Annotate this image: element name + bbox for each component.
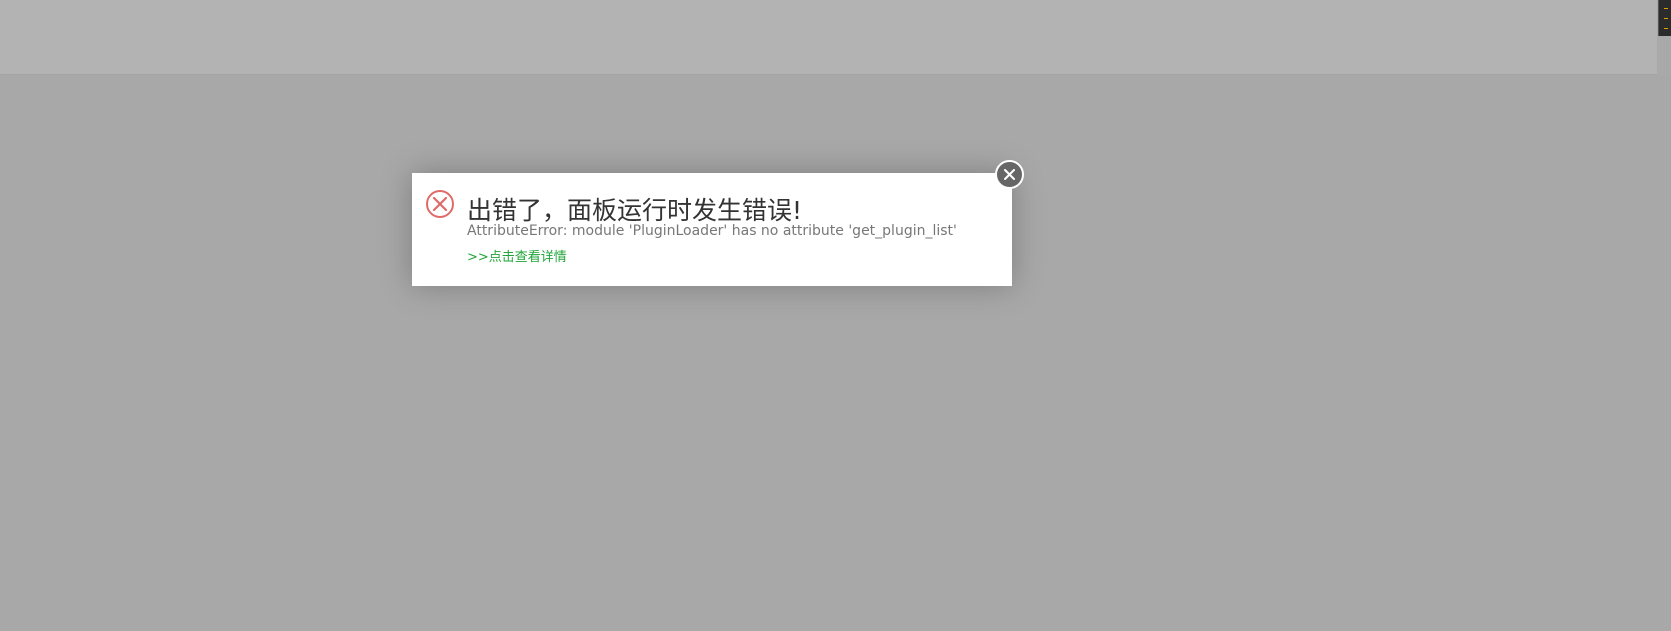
error-message: AttributeError: module 'PluginLoader' ha… xyxy=(467,223,957,239)
error-dialog: 出错了，面板运行时发生错误! AttributeError: module 'P… xyxy=(412,173,1012,286)
view-details-link[interactable]: >>点击查看详情 xyxy=(467,246,567,265)
modal-overlay xyxy=(0,75,1671,631)
edge-widget[interactable] xyxy=(1658,0,1671,36)
close-dialog-button[interactable] xyxy=(995,160,1024,189)
error-circle-x-icon xyxy=(426,190,454,218)
dialog-title: 出错了，面板运行时发生错误! xyxy=(467,196,803,225)
top-header-bar xyxy=(0,0,1657,75)
close-icon xyxy=(1004,169,1015,180)
